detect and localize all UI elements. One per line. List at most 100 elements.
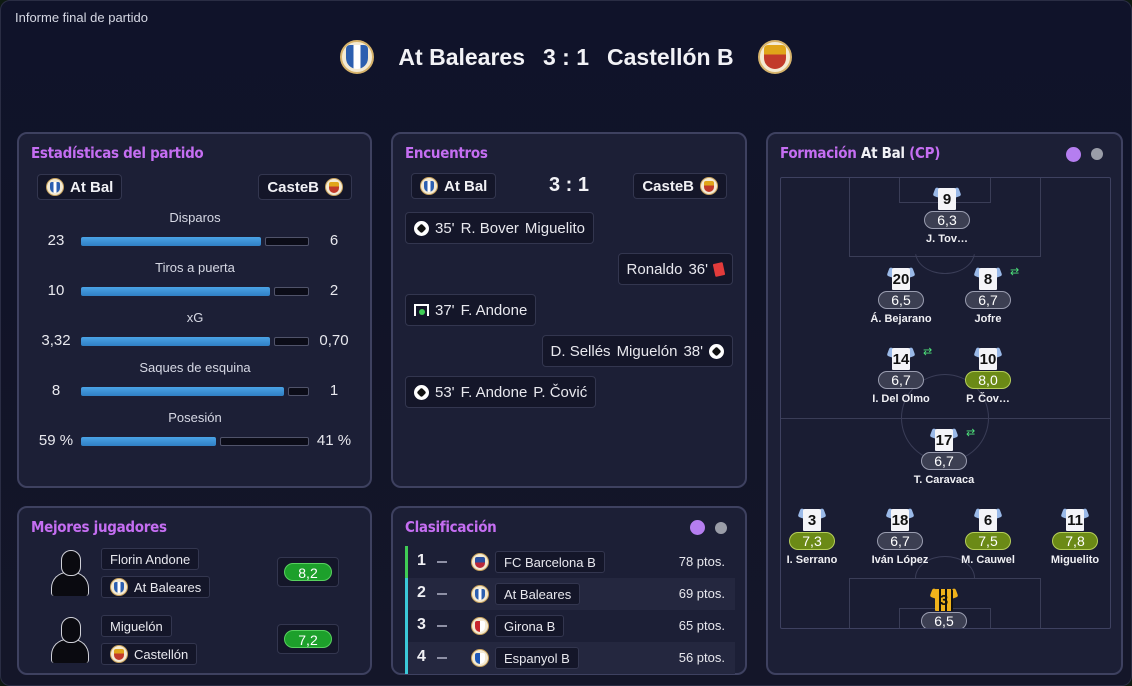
standings-row[interactable]: 1 FC Barcelona B 78 ptos. — [405, 546, 735, 578]
player-rating: 6,7 — [877, 532, 923, 550]
home-crest-icon — [110, 578, 128, 596]
standings-zone-accent — [405, 578, 408, 610]
match-event: 37' F. Andone — [405, 294, 537, 326]
player-name: Jofre — [974, 313, 1002, 325]
player-marker[interactable]: 17 6,7 T. Caravaca — [889, 427, 999, 486]
stat-label: Disparos — [169, 210, 221, 225]
stat-row: 3,32 0,70 — [19, 332, 371, 352]
events-away-chip: CasteB — [633, 173, 727, 199]
formation-view-toggle-inactive[interactable] — [1091, 148, 1103, 160]
stat-label: Saques de esquina — [139, 360, 251, 375]
player-rating: 6,3 — [924, 211, 970, 229]
standings-zone-accent — [405, 642, 408, 674]
away-team-name: Castellón B — [607, 43, 734, 70]
goal-ball-icon — [414, 384, 429, 400]
match-event: 53' F. Andone P. Čović — [405, 376, 597, 408]
best-player-name: Miguelón — [101, 615, 172, 637]
events-panel: Encuentros At Bal 3 : 1 CasteB 35' R. Bov… — [391, 132, 747, 488]
player-marker[interactable]: 8 6,7 Jofre — [933, 266, 1043, 325]
red-card-icon — [712, 261, 726, 277]
event-player: F. Andone — [460, 383, 528, 401]
stat-row: 23 6 — [19, 232, 371, 252]
stat-home-value: 10 — [47, 282, 65, 299]
event-minute: 35' — [435, 219, 455, 237]
stat-label: Tiros a puerta — [155, 260, 235, 275]
shirt-icon: 20 — [886, 266, 916, 292]
stat-row: 10 2 — [19, 282, 371, 302]
position-unchanged-icon — [437, 625, 447, 627]
match-event: 35' R. Bover Miguelito — [405, 212, 594, 244]
event-minute: 37' — [435, 301, 455, 319]
player-avatar-icon — [49, 548, 91, 598]
stat-away-value: 1 — [329, 382, 339, 399]
stat-home-bar — [81, 237, 261, 246]
best-players-title: Mejores jugadores — [31, 518, 167, 536]
stat-away-value: 0,70 — [319, 332, 349, 349]
shirt-number: 17 — [935, 432, 953, 449]
stat-away-bar — [288, 387, 309, 396]
event-player: R. Bover — [460, 219, 519, 237]
window-title: Informe final de partido — [15, 10, 148, 25]
stat-away-value: 41 % — [316, 432, 352, 449]
event-player: Ronaldo — [626, 260, 683, 278]
stat-home-bar — [81, 287, 270, 296]
player-marker[interactable]: 10 8,0 P. Čov… — [933, 346, 1043, 405]
standings-row[interactable]: 4 Espanyol B 56 ptos. — [405, 642, 735, 674]
formation-panel-title: Formación At Bal (CP) — [780, 144, 940, 162]
team-crest-icon — [471, 585, 489, 603]
events-away-name: CasteB — [642, 177, 694, 195]
best-player-rating: 7,2 — [284, 630, 332, 648]
standings-row[interactable]: 3 Girona B 65 ptos. — [405, 610, 735, 642]
scoreline-header: At Baleares 3 : 1 Castellón B — [1, 37, 1131, 77]
best-player-rating: 8,2 — [284, 563, 332, 581]
formation-title-prefix: Formación — [780, 144, 857, 162]
event-minute: 36' — [688, 260, 708, 278]
standings-title: Clasificación — [405, 518, 497, 536]
home-crest-icon — [46, 178, 64, 196]
player-marker[interactable]: 36,5Á. Killane — [889, 587, 999, 628]
shirt-icon: 9 — [932, 186, 962, 212]
stat-away-bar — [265, 237, 309, 246]
shirt-number: 8 — [983, 271, 993, 288]
formation-title-team: At Bal — [860, 144, 905, 162]
standings-view-toggle-inactive[interactable] — [715, 522, 727, 534]
away-crest-icon — [700, 177, 718, 195]
standings-points: 69 ptos. — [678, 586, 725, 601]
stat-home-value: 3,32 — [41, 332, 71, 349]
event-assist: P. Čović — [533, 383, 588, 401]
shirt-icon: 11 — [1060, 507, 1090, 533]
substitution-icon: ⇄ — [923, 346, 933, 358]
event-assist: Miguelito — [524, 219, 585, 237]
away-crest-icon — [757, 40, 792, 74]
player-marker[interactable]: 9 6,3 J. Tov… — [892, 186, 1002, 245]
standings-row[interactable]: 2 At Baleares 69 ptos. — [405, 578, 735, 610]
standings-view-toggle-active[interactable] — [690, 520, 705, 535]
shirt-number: 10 — [979, 351, 997, 368]
substitution-icon: ⇄ — [1010, 266, 1020, 278]
best-player-team-name: Castellón — [134, 646, 189, 662]
shirt-icon: 17 — [929, 427, 959, 453]
standings-points: 65 ptos. — [678, 618, 725, 633]
player-marker[interactable]: 11 7,8 Miguelito — [1020, 507, 1110, 566]
formation-view-toggle-active[interactable] — [1066, 147, 1081, 162]
standings-points: 78 ptos. — [678, 554, 725, 569]
best-player-rating-box: 8,2 — [277, 557, 339, 587]
stat-home-value: 59 % — [38, 432, 74, 449]
shirt-number: 18 — [891, 512, 909, 529]
event-assist: D. Sellés — [550, 342, 611, 360]
position-unchanged-icon — [437, 657, 447, 659]
best-player-team-name: At Baleares — [134, 579, 202, 595]
goalkeeper-shirt-icon: 3 — [929, 587, 959, 613]
player-rating: 6,7 — [921, 452, 967, 470]
shirt-number: 3 — [939, 592, 949, 609]
standings-position: 2 — [417, 584, 426, 601]
stats-away-chip: CasteB — [258, 174, 352, 200]
player-name: J. Tov… — [926, 233, 968, 245]
stats-panel: Estadísticas del partido At Bal CasteB D… — [17, 132, 372, 488]
standings-zone-accent — [405, 546, 408, 578]
stat-away-value: 2 — [329, 282, 339, 299]
stat-home-bar — [81, 387, 284, 396]
stat-row: 59 % 41 % — [19, 432, 371, 452]
formation-panel: Formación At Bal (CP) 9 6,3 J. Tov… 20 6,5 Á.… — [766, 132, 1123, 675]
match-report-window: Informe final de partido At Baleares 3 :… — [0, 0, 1132, 686]
